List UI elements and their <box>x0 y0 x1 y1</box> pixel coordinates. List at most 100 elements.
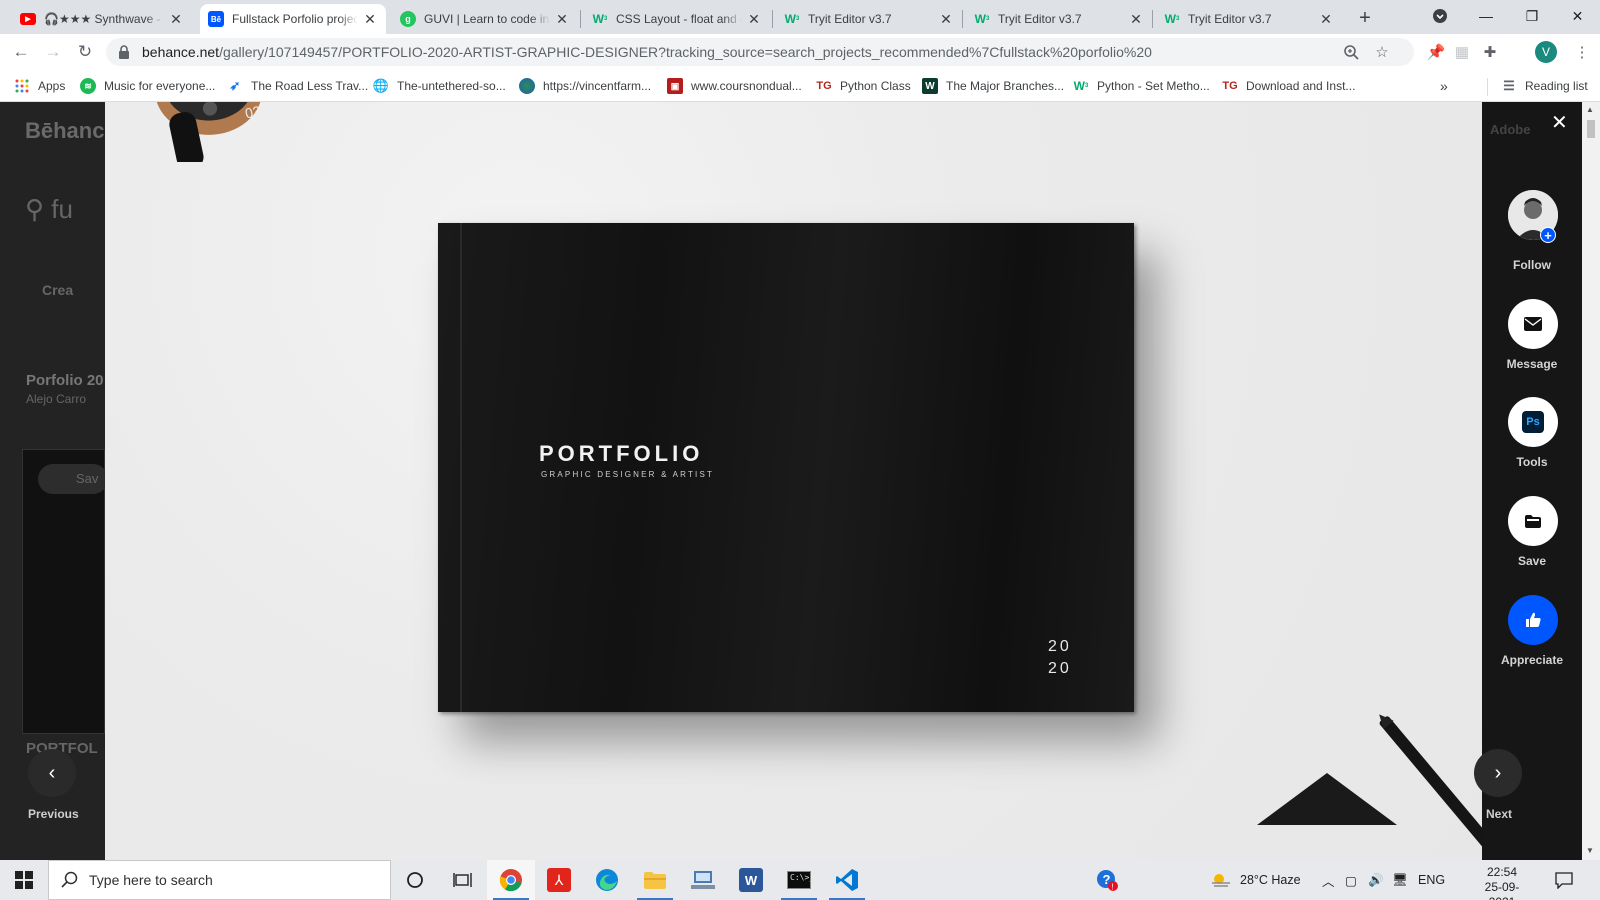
close-icon: ✕ <box>1551 112 1568 134</box>
tab-css-layout[interactable]: W3 CSS Layout - float and c ✕ <box>584 4 770 34</box>
message-button[interactable] <box>1508 299 1558 349</box>
follow-label[interactable]: Follow <box>1482 258 1582 272</box>
bookmarks-overflow-button[interactable]: » <box>1440 77 1448 95</box>
chrome-taskbar-button[interactable] <box>487 860 535 900</box>
portfolio-book: PORTFOLIO GRAPHIC DESIGNER & ARTIST 20 2… <box>438 223 1134 712</box>
forward-button[interactable]: → <box>41 40 65 64</box>
close-icon[interactable]: ✕ <box>1128 11 1144 28</box>
search-icon <box>61 871 78 888</box>
tab-tryit-2[interactable]: W3 Tryit Editor v3.7 ✕ <box>966 4 1152 34</box>
address-bar[interactable]: behance.net/gallery/107149457/PORTFOLIO-… <box>106 38 1414 66</box>
taskbar-search-box[interactable]: Type here to search <box>48 860 391 900</box>
cortana-button[interactable] <box>391 860 439 900</box>
maximize-button[interactable]: ❐ <box>1509 0 1555 32</box>
tab-search-button[interactable] <box>1417 0 1463 32</box>
tab-tryit-3[interactable]: W3 Tryit Editor v3.7 ✕ <box>1156 4 1342 34</box>
minimize-button[interactable]: — <box>1463 0 1509 32</box>
bookmark-star-button[interactable]: ☆ <box>1372 42 1392 62</box>
task-view-button[interactable] <box>439 860 487 900</box>
browser-toolbar: ← → ↻ behance.net/gallery/107149457/PORT… <box>0 34 1600 70</box>
weather-widget[interactable]: 28°C Haze <box>1210 860 1301 900</box>
tools-button[interactable]: Ps <box>1508 397 1558 447</box>
bookmark-python-set[interactable]: W3 Python - Set Metho... <box>1073 77 1210 95</box>
extension-button[interactable]: ▦ <box>1452 42 1472 62</box>
appreciate-button[interactable] <box>1508 595 1558 645</box>
bookmark-label: Download and Inst... <box>1246 79 1356 93</box>
w3schools-icon: W3 <box>784 12 800 26</box>
tg-icon: TG <box>1222 80 1238 92</box>
edge-taskbar-button[interactable] <box>583 860 631 900</box>
bookmark-spotify[interactable]: ≋ Music for everyone... <box>80 77 215 95</box>
tab-title: Tryit Editor v3.7 <box>998 12 1082 26</box>
system-clock[interactable]: 22:54 25-09-2021 <box>1472 865 1532 900</box>
language-indicator[interactable]: ENG <box>1418 860 1445 900</box>
save-button[interactable] <box>1508 496 1558 546</box>
bookmark-major-branches[interactable]: W The Major Branches... <box>922 77 1064 95</box>
file-explorer-taskbar-button[interactable] <box>631 860 679 900</box>
bookmark-download-install[interactable]: TG Download and Inst... <box>1222 77 1355 95</box>
new-tab-button[interactable]: + <box>1352 6 1378 32</box>
appreciate-label[interactable]: Appreciate <box>1482 653 1582 667</box>
next-project-button[interactable]: › <box>1474 749 1522 797</box>
message-label[interactable]: Message <box>1482 357 1582 371</box>
help-tray-icon[interactable]: ?! <box>1096 860 1118 900</box>
show-hidden-icons-button[interactable]: ︿ <box>1322 860 1335 900</box>
vscode-icon <box>836 869 858 891</box>
extension-button[interactable]: 📌 <box>1426 42 1446 62</box>
previous-project-button[interactable]: ‹ <box>28 749 76 797</box>
scroll-down-icon[interactable]: ▼ <box>1586 846 1594 855</box>
vscode-taskbar-button[interactable] <box>823 860 871 900</box>
bookmark-vincentfarm[interactable]: https://vincentfarm... <box>519 77 651 95</box>
word-taskbar-button[interactable]: W <box>727 860 775 900</box>
save-label[interactable]: Save <box>1482 554 1582 568</box>
bookmark-label: The-untethered-so... <box>397 79 506 93</box>
network-app-taskbar-button[interactable] <box>679 860 727 900</box>
close-icon[interactable]: ✕ <box>938 11 954 28</box>
chevron-up-icon: ︿ <box>1322 874 1335 889</box>
scroll-up-icon[interactable]: ▲ <box>1586 105 1594 114</box>
bookmark-label: Apps <box>38 79 66 93</box>
close-window-button[interactable]: ✕ <box>1555 0 1600 32</box>
close-icon[interactable]: ✕ <box>168 11 184 28</box>
close-lightbox-button[interactable]: ✕ <box>1551 110 1568 135</box>
zoom-button[interactable] <box>1341 42 1361 62</box>
acrobat-taskbar-button[interactable]: ⅄ <box>535 860 583 900</box>
arrow-left-icon: ← <box>12 42 30 61</box>
scrollbar-thumb[interactable] <box>1587 120 1595 138</box>
previous-label[interactable]: Previous <box>28 807 79 821</box>
bookmark-coursnondual[interactable]: ▣ www.coursnondual... <box>667 77 802 95</box>
tab-behance[interactable]: Bē Fullstack Porfolio projects ✕ <box>200 4 386 34</box>
device-tray-icon[interactable]: ▢ <box>1345 860 1357 900</box>
bookmark-untethered[interactable]: 🌐 The-untethered-so... <box>373 77 506 95</box>
follow-plus-icon[interactable]: + <box>1540 227 1556 243</box>
url-host: behance.net <box>142 44 220 60</box>
next-label[interactable]: Next <box>1486 807 1512 821</box>
tools-label[interactable]: Tools <box>1482 455 1582 469</box>
start-button[interactable] <box>0 860 48 900</box>
tab-synthwave[interactable]: ▶ 🎧★★★ Synthwave - Ra ✕ <box>12 4 192 34</box>
close-icon[interactable]: ✕ <box>1318 11 1334 28</box>
w3schools-icon: W3 <box>1073 79 1089 93</box>
notifications-button[interactable] <box>1554 860 1574 900</box>
bookmark-python-class[interactable]: TG Python Class <box>816 77 910 95</box>
reload-button[interactable]: ↻ <box>73 40 97 64</box>
tab-tryit-1[interactable]: W3 Tryit Editor v3.7 ✕ <box>776 4 962 34</box>
cortana-circle-icon <box>407 872 423 888</box>
back-button[interactable]: ← <box>9 40 33 64</box>
close-icon[interactable]: ✕ <box>554 11 570 28</box>
volume-button[interactable]: 🔊 <box>1368 860 1384 900</box>
close-icon[interactable]: ✕ <box>746 11 762 28</box>
network-button[interactable]: 🖥 <box>1392 860 1408 900</box>
book-year: 20 20 <box>1048 636 1072 680</box>
page-scrollbar[interactable]: ▲ ▼ <box>1582 102 1600 860</box>
bookmark-apps[interactable]: Apps <box>14 77 65 95</box>
tab-guvi[interactable]: g GUVI | Learn to code in ✕ <box>392 4 578 34</box>
reading-list-button[interactable]: ☰ Reading list <box>1501 77 1588 95</box>
menu-button[interactable]: ⋮ <box>1572 42 1592 62</box>
profile-avatar[interactable]: V <box>1535 41 1557 63</box>
extensions-button[interactable]: ✚ <box>1480 42 1500 62</box>
bookmark-road-less[interactable]: ➶ The Road Less Trav... <box>227 77 369 95</box>
terminal-taskbar-button[interactable]: C:\>_ <box>775 860 823 900</box>
close-icon[interactable]: ✕ <box>362 11 378 28</box>
edge-icon <box>596 869 618 891</box>
